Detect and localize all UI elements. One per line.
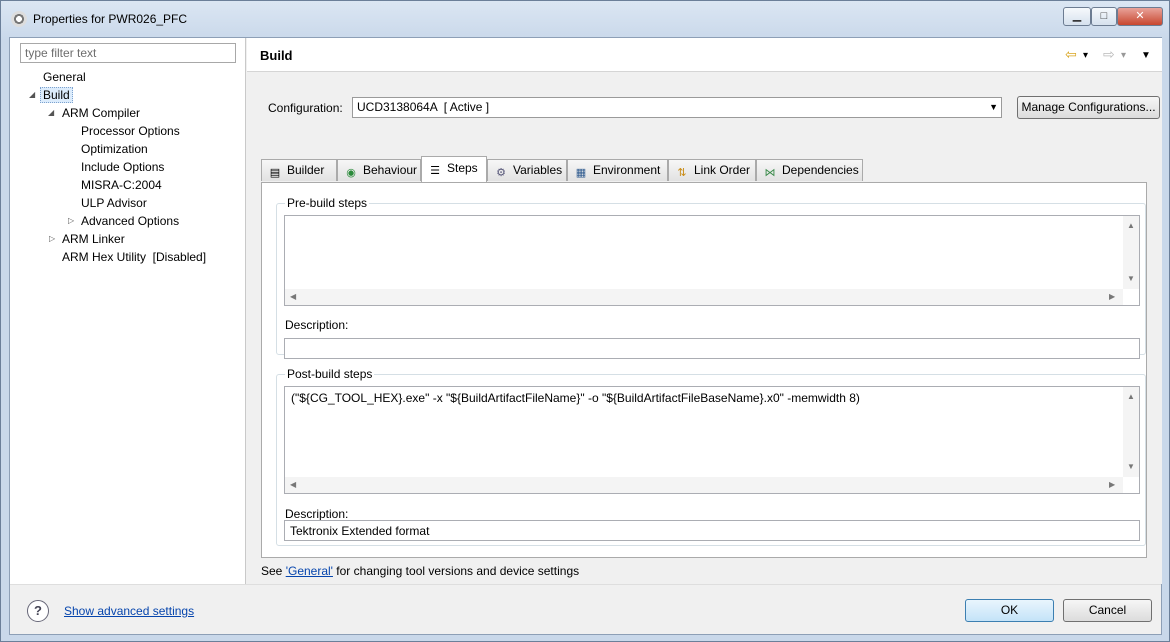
configuration-row: Configuration: UCD3138064A [ Active ] ▼ …: [260, 86, 1160, 150]
tab-label: Builder: [287, 163, 325, 177]
tab-variables[interactable]: ⚙ Variables: [487, 159, 567, 181]
maximize-button[interactable]: □: [1091, 7, 1117, 26]
post-build-description-label: Description:: [285, 507, 349, 521]
tree-item-optimization[interactable]: Optimization: [81, 141, 148, 157]
tree-item-misra[interactable]: MISRA-C:2004: [81, 177, 162, 193]
pre-build-command-textarea[interactable]: ▲ ▼ ◀ ▶: [284, 215, 1140, 306]
tab-label: Behaviour: [363, 163, 418, 177]
collapsed-icon[interactable]: ▷: [68, 213, 74, 229]
configuration-value: UCD3138064A [ Active ]: [357, 100, 490, 114]
chevron-down-icon: ▼: [989, 102, 998, 112]
tree-item-processor-options[interactable]: Processor Options: [81, 123, 180, 139]
tree-item-general[interactable]: General: [43, 69, 86, 85]
builder-icon: ▤: [269, 167, 281, 179]
vertical-scrollbar[interactable]: ▲ ▼: [1123, 387, 1139, 477]
tab-link-order[interactable]: ⇅ Link Order: [668, 159, 756, 181]
back-arrow-icon[interactable]: ⇦: [1065, 47, 1077, 61]
note-suffix: for changing tool versions and device se…: [332, 564, 580, 578]
tree-item-build[interactable]: Build: [40, 87, 73, 103]
scroll-left-icon[interactable]: ◀: [290, 293, 296, 301]
note-prefix: See: [261, 564, 286, 578]
steps-icon: ☰: [430, 165, 440, 177]
window-title: Properties for PWR026_PFC: [33, 12, 188, 26]
forward-arrow-icon[interactable]: ⇨: [1103, 47, 1115, 61]
page-title: Build: [260, 48, 293, 63]
property-page: Build ⇦ ▾ ⇨ ▾ ▼ Configuration: UCD313806…: [247, 38, 1162, 584]
general-settings-note: See 'General' for changing tool versions…: [261, 564, 579, 578]
tree-item-ulp-advisor[interactable]: ULP Advisor: [81, 195, 147, 211]
scroll-down-icon[interactable]: ▼: [1127, 275, 1135, 283]
forward-dropdown-icon[interactable]: ▾: [1121, 49, 1126, 63]
cancel-button[interactable]: Cancel: [1063, 599, 1152, 622]
post-build-command-textarea[interactable]: ("${CG_TOOL_HEX}.exe" -x "${BuildArtifac…: [284, 386, 1140, 494]
tab-builder[interactable]: ▤ Builder: [261, 159, 337, 181]
post-build-description-input[interactable]: Tektronix Extended format: [284, 520, 1140, 541]
help-icon[interactable]: ?: [27, 600, 49, 622]
tab-dependencies[interactable]: ⋈ Dependencies: [756, 159, 863, 181]
tree-item-advanced-options[interactable]: Advanced Options: [81, 213, 179, 229]
post-build-command: ("${CG_TOOL_HEX}.exe" -x "${BuildArtifac…: [291, 391, 860, 405]
properties-dialog: Properties for PWR026_PFC ▁ □ ✕ type fil…: [0, 0, 1170, 642]
app-icon: [11, 11, 27, 27]
steps-tab-panel: Pre-build steps ▲ ▼ ◀ ▶ Description: Pos…: [261, 182, 1147, 558]
tree-item-arm-linker[interactable]: ARM Linker: [62, 231, 125, 247]
dependencies-icon: ⋈: [764, 167, 776, 179]
minimize-button[interactable]: ▁: [1063, 7, 1091, 26]
pre-build-group: Pre-build steps ▲ ▼ ◀ ▶ Description:: [276, 196, 1146, 359]
scroll-right-icon[interactable]: ▶: [1109, 293, 1115, 301]
general-link[interactable]: 'General': [286, 564, 333, 578]
configuration-select[interactable]: UCD3138064A [ Active ] ▼: [352, 97, 1002, 118]
configuration-label: Configuration:: [268, 101, 343, 115]
behaviour-icon: ◉: [346, 167, 356, 179]
title-bar[interactable]: Properties for PWR026_PFC ▁ □ ✕: [1, 1, 1169, 37]
tab-label: Environment: [593, 163, 661, 177]
back-dropdown-icon[interactable]: ▾: [1083, 49, 1088, 63]
collapsed-icon[interactable]: ▷: [49, 231, 55, 247]
horizontal-scrollbar[interactable]: ◀ ▶: [285, 289, 1123, 305]
scroll-down-icon[interactable]: ▼: [1127, 463, 1135, 471]
scroll-up-icon[interactable]: ▲: [1127, 222, 1135, 230]
post-build-label: Post-build steps: [285, 367, 375, 381]
tab-label: Steps: [447, 161, 478, 175]
tree-item-arm-compiler[interactable]: ARM Compiler: [62, 105, 140, 121]
expanded-icon[interactable]: ◢: [29, 87, 35, 103]
tab-label: Dependencies: [782, 163, 859, 177]
expanded-icon[interactable]: ◢: [48, 105, 54, 121]
pre-build-description-input[interactable]: [284, 338, 1140, 359]
post-build-group: Post-build steps ("${CG_TOOL_HEX}.exe" -…: [276, 367, 1146, 546]
scroll-left-icon[interactable]: ◀: [290, 481, 296, 489]
tab-steps[interactable]: ☰ Steps: [421, 156, 487, 182]
view-menu-icon[interactable]: ▼: [1141, 49, 1151, 63]
show-advanced-settings-link[interactable]: Show advanced settings: [64, 604, 194, 618]
tree-item-arm-hex-utility[interactable]: ARM Hex Utility [Disabled]: [62, 249, 206, 265]
scroll-up-icon[interactable]: ▲: [1127, 393, 1135, 401]
tab-label: Variables: [513, 163, 563, 177]
environment-icon: ▦: [575, 167, 587, 179]
pre-build-label: Pre-build steps: [285, 196, 370, 210]
tree-item-include-options[interactable]: Include Options: [81, 159, 164, 175]
filter-input[interactable]: type filter text: [20, 43, 236, 63]
variables-icon: ⚙: [496, 167, 506, 179]
link-order-icon: ⇅: [677, 167, 687, 179]
property-tree-panel: type filter text General ◢ Build ◢ ARM C…: [10, 38, 246, 584]
tab-label: Link Order: [694, 163, 751, 177]
pre-build-description-label: Description:: [285, 318, 349, 332]
page-header: Build ⇦ ▾ ⇨ ▾ ▼: [247, 38, 1162, 72]
dialog-client-area: type filter text General ◢ Build ◢ ARM C…: [9, 37, 1162, 635]
vertical-scrollbar[interactable]: ▲ ▼: [1123, 216, 1139, 289]
close-button[interactable]: ✕: [1117, 7, 1163, 26]
tab-environment[interactable]: ▦ Environment: [567, 159, 668, 181]
scroll-right-icon[interactable]: ▶: [1109, 481, 1115, 489]
ok-button[interactable]: OK: [965, 599, 1054, 622]
horizontal-scrollbar[interactable]: ◀ ▶: [285, 477, 1123, 493]
dialog-button-bar: ? Show advanced settings OK Cancel: [10, 584, 1161, 634]
manage-configurations-button[interactable]: Manage Configurations...: [1017, 96, 1160, 119]
tab-behaviour[interactable]: ◉ Behaviour: [337, 159, 421, 181]
